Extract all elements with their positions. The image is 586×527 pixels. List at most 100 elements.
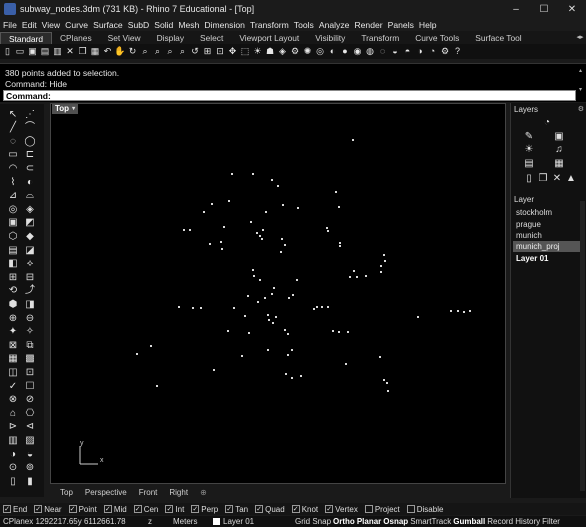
checkbox-icon[interactable] — [364, 505, 373, 513]
help-icon[interactable]: ? — [452, 46, 463, 57]
save-icon[interactable]: ▣ — [27, 46, 38, 57]
new-file-icon[interactable]: ▯ — [2, 46, 13, 57]
layer-material-icon[interactable]: ◔ — [541, 117, 553, 129]
menu-solid[interactable]: Solid — [154, 20, 173, 30]
zoom-selected-icon[interactable]: ⌕ — [177, 46, 188, 57]
checkbox-icon[interactable]: ✓ — [68, 505, 77, 513]
curve-tool-icon[interactable]: ◠ — [6, 162, 20, 175]
select-icon[interactable]: ⬚ — [240, 46, 251, 57]
maximize-button[interactable]: ☐ — [530, 0, 558, 18]
top-viewport[interactable] — [50, 103, 506, 484]
arc-tool-icon[interactable]: ◯ — [23, 135, 37, 148]
planar-toggle[interactable]: Planar — [357, 517, 381, 526]
texture-icon[interactable]: ◑ — [415, 46, 426, 57]
undo-icon[interactable]: ↶ — [102, 46, 113, 57]
move-icon[interactable]: ✥ — [227, 46, 238, 57]
revolve-tool-icon[interactable]: ▤ — [6, 244, 20, 257]
menu-panels[interactable]: Panels — [388, 20, 414, 30]
mesh-tool-icon[interactable]: ⊟ — [23, 271, 37, 284]
import-icon[interactable]: ▥ — [52, 46, 63, 57]
checkbox-icon[interactable]: ✓ — [3, 505, 11, 513]
explode-tool-icon[interactable]: ▣ — [6, 217, 20, 230]
pan-icon[interactable]: ✋ — [114, 46, 125, 57]
extrude-tool-icon[interactable]: ◩ — [23, 217, 37, 230]
select-tool-icon[interactable]: ↖ — [6, 108, 20, 121]
gumball-toggle[interactable]: Gumball — [453, 517, 485, 526]
rotate-view-icon[interactable]: ↻ — [127, 46, 138, 57]
move-layer-up-icon[interactable]: ▲ — [565, 173, 577, 185]
sun-icon[interactable]: ◓ — [402, 46, 413, 57]
menu-file[interactable]: File — [3, 20, 17, 30]
trim-tool-icon[interactable]: ⌓ — [23, 190, 37, 203]
paste-icon[interactable]: ▦ — [90, 46, 101, 57]
menu-transform[interactable]: Transform — [250, 20, 289, 30]
checkbox-icon[interactable]: ✓ — [133, 505, 142, 513]
tab-curve-tools[interactable]: Curve Tools — [407, 32, 467, 44]
polyline-tool-icon[interactable]: ⌒ — [23, 122, 37, 135]
curve-tool-icon[interactable]: ▦ — [6, 353, 20, 366]
layer-row-prague[interactable]: prague — [513, 219, 583, 230]
copy-icon[interactable]: ❐ — [77, 46, 88, 57]
osnap-disable[interactable]: Disable — [406, 505, 443, 514]
select-tool-icon[interactable]: ⬢ — [6, 298, 20, 311]
offset-tool-icon[interactable]: ◐ — [23, 176, 37, 189]
osnap-end[interactable]: ✓ End — [3, 505, 27, 514]
add-viewport-tab-icon[interactable]: ⊕ — [200, 488, 207, 497]
tab-visibility[interactable]: Visibility — [307, 32, 353, 44]
fillet-tool-icon[interactable]: ⌇ — [6, 176, 20, 189]
wireframe-icon[interactable]: ◎ — [315, 46, 326, 57]
menu-mesh[interactable]: Mesh — [178, 20, 199, 30]
decal-icon[interactable]: ◔ — [427, 46, 438, 57]
revolve-tool-icon[interactable]: ▥ — [6, 434, 20, 447]
zoom-extents-icon[interactable]: ⌕ — [165, 46, 176, 57]
menu-view[interactable]: View — [42, 20, 60, 30]
light-icon[interactable]: ✺ — [302, 46, 313, 57]
loft-tool-icon[interactable]: ⬡ — [6, 230, 20, 243]
ortho-toggle[interactable]: Ortho — [333, 517, 355, 526]
explode-tool-icon[interactable]: ⌂ — [6, 407, 20, 420]
checkbox-icon[interactable]: ✓ — [325, 505, 334, 513]
checkbox-icon[interactable]: ✓ — [165, 505, 174, 513]
extrude-tool-icon[interactable]: ⎔ — [23, 407, 37, 420]
render-icon[interactable]: ◍ — [365, 46, 376, 57]
minimize-button[interactable]: – — [502, 0, 530, 18]
menu-tools[interactable]: Tools — [294, 20, 314, 30]
boolean-tool-icon[interactable]: ▨ — [23, 434, 37, 447]
box-tool-icon[interactable]: ◑ — [6, 448, 20, 461]
tab-standard[interactable]: Standard — [0, 32, 52, 44]
cylinder-tool-icon[interactable]: ⊞ — [6, 271, 20, 284]
dimension-tool-icon[interactable]: ▮ — [23, 475, 37, 488]
ground-plane-icon[interactable]: ◒ — [390, 46, 401, 57]
layer-row-layer-01[interactable]: Layer 01 — [513, 253, 583, 264]
command-scrollbar[interactable]: ▴ ▾ — [577, 67, 584, 101]
line-tool-icon[interactable]: ╱ — [6, 122, 20, 135]
text-tool-icon[interactable]: ▯ — [6, 475, 20, 488]
open-file-icon[interactable]: ▭ — [15, 46, 26, 57]
viewport-title-tab[interactable]: Top ▾ — [52, 104, 79, 114]
point-tool-icon[interactable]: ⋰ — [23, 108, 37, 121]
layer-image-icon[interactable]: ▤ — [523, 158, 535, 170]
osnap-project[interactable]: Project — [364, 505, 400, 514]
loft-tool-icon[interactable]: ⊳ — [6, 421, 20, 434]
command-input[interactable]: Command: — [3, 90, 576, 101]
box-tool-icon[interactable]: ◧ — [6, 258, 20, 271]
osnap-perp[interactable]: ✓ Perp — [191, 505, 218, 514]
join-tool-icon[interactable]: ⊘ — [23, 394, 37, 407]
extend-tool-icon[interactable]: ⊿ — [6, 190, 20, 203]
viewport-tab-top[interactable]: Top — [60, 488, 73, 497]
close-button[interactable]: ✕ — [558, 0, 586, 18]
split-tool-icon[interactable]: ⊗ — [6, 394, 20, 407]
polyline-tool-icon[interactable]: ⊖ — [23, 312, 37, 325]
smarttrack-toggle[interactable]: SmartTrack — [410, 517, 451, 526]
line-tool-icon[interactable]: ⊕ — [6, 312, 20, 325]
rectangle-tool-icon[interactable]: ⊠ — [6, 339, 20, 352]
layer-edit-icon[interactable]: ✎ — [523, 131, 535, 143]
tab-transform[interactable]: Transform — [353, 32, 407, 44]
osnap-tan[interactable]: ✓ Tan — [225, 505, 248, 514]
trim-tool-icon[interactable]: ☐ — [23, 380, 37, 393]
rectangle-tool-icon[interactable]: ▭ — [6, 149, 20, 162]
undo-view-icon[interactable]: ↺ — [190, 46, 201, 57]
checkbox-icon[interactable]: ✓ — [225, 505, 234, 513]
layer-cube-icon[interactable]: ▣ — [553, 131, 565, 143]
tab-set-view[interactable]: Set View — [100, 32, 149, 44]
